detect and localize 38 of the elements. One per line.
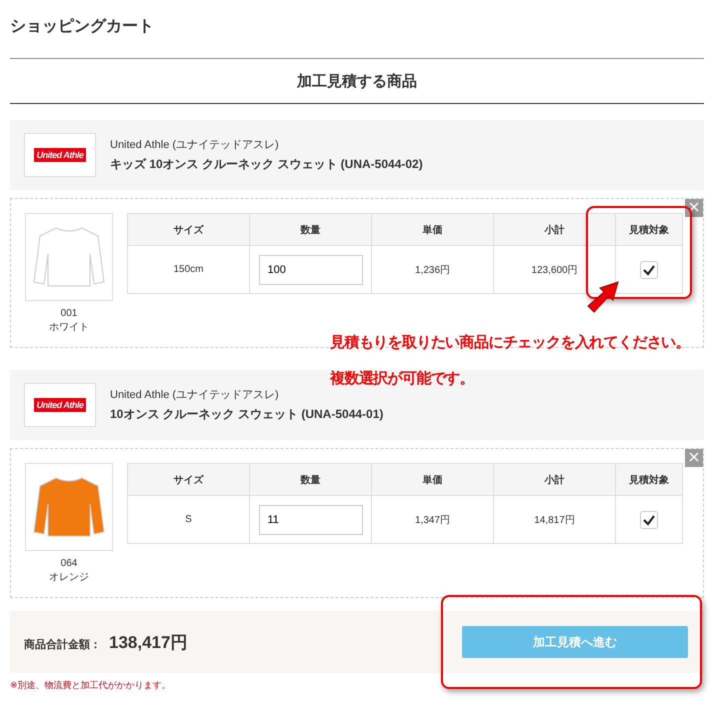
table-cell: 1,236円 bbox=[372, 246, 494, 294]
color-code: 001 bbox=[60, 307, 78, 321]
column-header: 数量 bbox=[250, 214, 372, 246]
annotation-text: 見積もりを取りたい商品にチェックを入れてください。 bbox=[330, 333, 690, 352]
product-name: キッズ 10オンス クルーネック スウェット (UNA-5044-02) bbox=[110, 156, 423, 173]
total-label: 商品合計金額： bbox=[24, 638, 101, 650]
column-header: 小計 bbox=[494, 214, 616, 246]
column-header: 小計 bbox=[494, 464, 616, 496]
brand-logo: United Athle bbox=[24, 133, 96, 177]
table-cell: 150cm bbox=[128, 246, 250, 294]
note-text: ※別途、物流費と加工代がかかります。 bbox=[10, 679, 172, 692]
column-header: サイズ bbox=[128, 214, 250, 246]
column-header: サイズ bbox=[128, 464, 250, 496]
color-code: 064 bbox=[60, 557, 78, 571]
column-header: 数量 bbox=[250, 464, 372, 496]
product-name: 10オンス クルーネック スウェット (UNA-5044-01) bbox=[110, 406, 384, 423]
checkbox[interactable] bbox=[640, 510, 658, 528]
table-cell: 1,347円 bbox=[372, 496, 494, 544]
checkbox[interactable] bbox=[640, 260, 658, 278]
table-cell: 14,817円 bbox=[494, 496, 616, 544]
brand-logo: United Athle bbox=[24, 383, 96, 427]
color-name: オレンジ bbox=[49, 571, 89, 585]
section-heading: 加工見積する商品 bbox=[297, 72, 417, 90]
total-amount: 138,417円 bbox=[109, 632, 188, 652]
close-icon[interactable] bbox=[685, 449, 703, 467]
table-cell: S bbox=[128, 496, 250, 544]
quantity-field[interactable]: 100 bbox=[258, 254, 362, 284]
color-name: ホワイト bbox=[49, 321, 89, 335]
brand-name: United Athle (ユナイテッドアスレ) bbox=[110, 138, 280, 152]
column-header: 見積対象 bbox=[616, 464, 682, 496]
column-header: 単価 bbox=[372, 464, 494, 496]
quantity-field[interactable]: 11 bbox=[258, 504, 362, 534]
column-header: 見積対象 bbox=[616, 214, 682, 246]
brand-name: United Athle (ユナイテッドアスレ) bbox=[110, 388, 280, 402]
annotation-text: 複数選択が可能です。 bbox=[330, 369, 474, 388]
page-title: ショッピングカート bbox=[10, 17, 155, 37]
close-icon[interactable] bbox=[685, 199, 703, 217]
column-header: 単価 bbox=[372, 214, 494, 246]
